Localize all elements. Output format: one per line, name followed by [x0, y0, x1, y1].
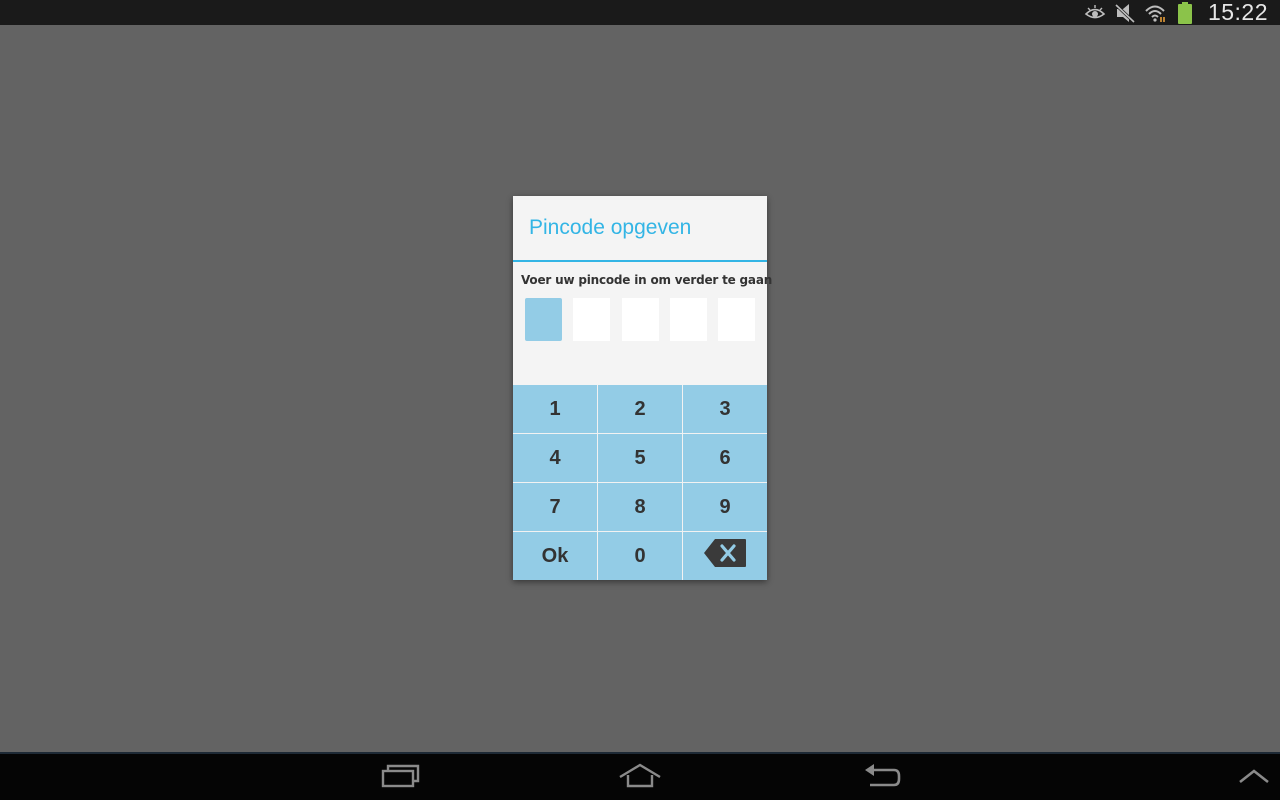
- pincode-dialog: Pincode opgeven Voer uw pincode in om ve…: [513, 196, 773, 580]
- key-4[interactable]: 4: [513, 434, 598, 483]
- menu-up-icon: [1238, 767, 1270, 789]
- smart-stay-eye-icon: [1084, 3, 1106, 23]
- status-clock: 15:22: [1207, 0, 1268, 25]
- key-9[interactable]: 9: [683, 483, 767, 532]
- dialog-prompt: Voer uw pincode in om verder te gaan: [521, 273, 773, 287]
- pin-digit-5[interactable]: [718, 298, 755, 341]
- backspace-button[interactable]: [683, 532, 767, 580]
- recent-apps-button[interactable]: [378, 762, 422, 794]
- back-button[interactable]: [860, 762, 904, 794]
- key-6[interactable]: 6: [683, 434, 767, 483]
- recent-apps-icon: [380, 763, 420, 793]
- numeric-keypad: 1 2 3 4 5 6 7 8 9 Ok 0: [513, 385, 767, 580]
- key-8[interactable]: 8: [598, 483, 683, 532]
- muted-notifications-icon: [1114, 3, 1136, 23]
- pin-digit-3[interactable]: [621, 298, 659, 341]
- home-icon: [618, 763, 662, 793]
- key-5[interactable]: 5: [598, 434, 683, 483]
- key-1[interactable]: 1: [513, 385, 598, 434]
- dialog-title: Pincode opgeven: [513, 196, 767, 262]
- pin-digit-1[interactable]: [525, 298, 562, 341]
- pin-digit-2[interactable]: [573, 298, 611, 341]
- battery-icon: [1174, 1, 1196, 24]
- key-7[interactable]: 7: [513, 483, 598, 532]
- ok-button[interactable]: Ok: [513, 532, 598, 580]
- navigation-bar: [0, 752, 1280, 800]
- key-0[interactable]: 0: [598, 532, 683, 580]
- status-bar: 15:22: [0, 0, 1280, 25]
- key-3[interactable]: 3: [683, 385, 767, 434]
- menu-up-button[interactable]: [1232, 762, 1276, 794]
- backspace-icon: [703, 538, 747, 574]
- key-2[interactable]: 2: [598, 385, 683, 434]
- back-icon: [862, 762, 902, 794]
- wifi-icon: [1144, 3, 1166, 23]
- pin-digit-4[interactable]: [669, 298, 707, 341]
- home-button[interactable]: [618, 762, 662, 794]
- pin-input-row[interactable]: [525, 298, 755, 341]
